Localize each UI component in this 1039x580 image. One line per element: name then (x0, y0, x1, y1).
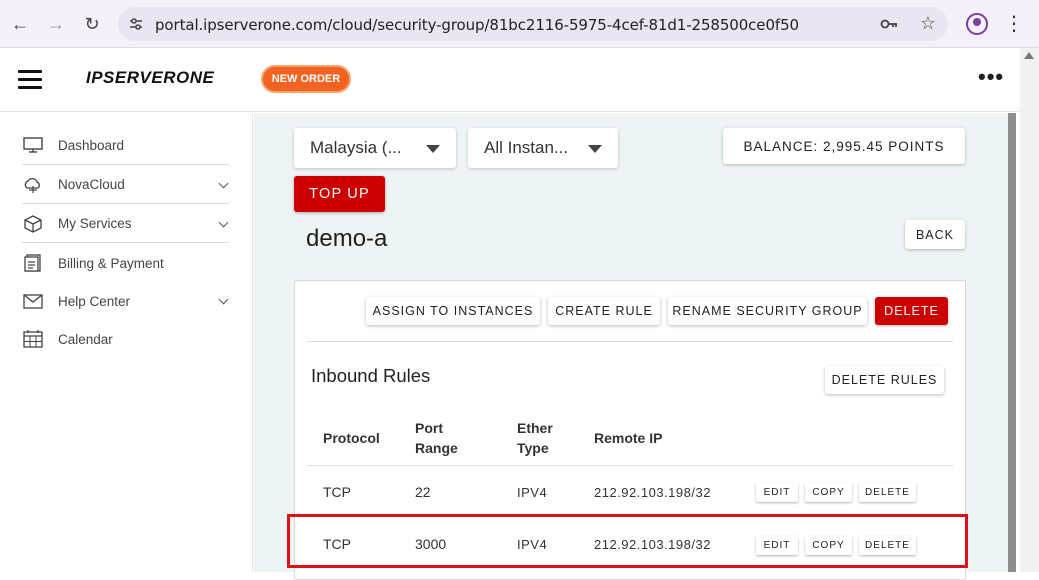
instances-select-value: All Instan... (484, 138, 569, 157)
column-header-ether-line2: Type (517, 440, 549, 456)
row1-port: 22 (415, 484, 431, 500)
more-options-icon[interactable]: ••• (978, 64, 1004, 90)
inbound-rules-title: Inbound Rules (311, 365, 431, 386)
page-title: demo-a (306, 225, 388, 252)
column-header-remote-ip: Remote IP (594, 430, 663, 446)
sidebar-item-help-center[interactable]: Help Center (22, 282, 229, 320)
instances-select[interactable]: All Instan... (468, 128, 618, 168)
calendar-icon (22, 330, 44, 348)
rename-security-group-button[interactable]: RENAME SECURITY GROUP (668, 297, 867, 325)
chevron-down-icon[interactable] (218, 217, 229, 228)
chevron-down-icon[interactable] (218, 294, 229, 305)
create-rule-button[interactable]: CREATE RULE (548, 297, 660, 325)
assign-to-instances-button[interactable]: ASSIGN TO INSTANCES (366, 297, 540, 325)
reload-icon[interactable]: ↻ (80, 12, 104, 36)
browser-toolbar: ← → ↻ portal.ipserverone.com/cloud/secur… (0, 0, 1039, 48)
sidebar-item-label: Dashboard (58, 138, 125, 153)
cloud-icon (22, 176, 44, 194)
delete-rules-button[interactable]: DELETE RULES (825, 366, 944, 394)
column-header-port-line1: Port (415, 420, 443, 436)
back-arrow-icon[interactable]: ← (8, 12, 32, 36)
divider (307, 465, 953, 466)
column-header-ether-line1: Ether (517, 420, 553, 436)
row-highlight-box (287, 514, 968, 568)
logo[interactable]: IPSERVERONE (86, 68, 214, 88)
new-order-button[interactable]: NEW ORDER (261, 65, 351, 93)
caret-down-icon (588, 145, 602, 153)
browser-menu-icon[interactable]: ⋮ (1004, 12, 1024, 36)
box-icon (22, 214, 44, 233)
sidebar-item-label: My Services (58, 216, 132, 231)
back-button[interactable]: BACK (905, 220, 965, 249)
receipt-icon (22, 254, 44, 272)
password-key-icon[interactable] (880, 16, 898, 32)
scroll-up-arrow-icon[interactable] (1024, 52, 1034, 59)
delete-group-button[interactable]: DELETE (875, 297, 948, 325)
sidebar-item-novacloud[interactable]: NovaCloud (22, 166, 229, 204)
row1-remote-ip: 212.92.103.198/32 (594, 485, 711, 500)
url-text[interactable]: portal.ipserverone.com/cloud/security-gr… (155, 16, 799, 34)
forward-arrow-icon[interactable]: → (44, 12, 68, 36)
sidebar-item-label: Calendar (58, 331, 113, 347)
row1-copy-button[interactable]: COPY (805, 483, 852, 502)
top-up-button[interactable]: TOP UP (294, 176, 385, 212)
mail-icon (22, 292, 44, 310)
address-bar[interactable]: portal.ipserverone.com/cloud/security-gr… (118, 7, 948, 41)
sidebar-item-billing[interactable]: Billing & Payment (22, 244, 229, 282)
region-select-value: Malaysia (... (310, 138, 402, 157)
sidebar-item-calendar[interactable]: Calendar (22, 320, 229, 358)
bookmark-star-icon[interactable]: ☆ (920, 13, 936, 34)
site-settings-icon[interactable] (128, 16, 144, 32)
row1-ether: IPV4 (517, 485, 548, 500)
page-scrollbar[interactable] (1020, 48, 1039, 572)
chevron-down-icon[interactable] (218, 178, 229, 189)
app-header: IPSERVERONE NEW ORDER ••• (0, 48, 1020, 112)
content-scrollbar[interactable] (1008, 113, 1016, 572)
sidebar-item-my-services[interactable]: My Services (22, 205, 229, 243)
row1-edit-button[interactable]: EDIT (756, 483, 798, 502)
sidebar-item-label: Help Center (58, 293, 131, 309)
monitor-icon (22, 137, 44, 155)
column-header-port-range: Port Range (415, 418, 458, 458)
sidebar-item-dashboard[interactable]: Dashboard (22, 127, 229, 165)
divider (307, 341, 953, 342)
column-header-ether-type: Ether Type (517, 418, 553, 458)
balance-display[interactable]: BALANCE: 2,995.45 POINTS (723, 128, 965, 164)
profile-icon[interactable] (966, 13, 988, 35)
hamburger-menu-icon[interactable] (18, 70, 42, 90)
sidebar: Dashboard NovaCloud My Services Billing … (0, 113, 253, 572)
sidebar-item-label: NovaCloud (58, 177, 125, 192)
caret-down-icon (426, 145, 440, 153)
sidebar-item-label: Billing & Payment (58, 255, 164, 271)
row1-delete-button[interactable]: DELETE (859, 483, 916, 502)
main-content: Malaysia (... All Instan... BALANCE: 2,9… (254, 113, 1008, 580)
column-header-port-line2: Range (415, 440, 458, 456)
row1-protocol: TCP (323, 484, 351, 500)
column-header-protocol: Protocol (323, 430, 380, 446)
region-select[interactable]: Malaysia (... (294, 128, 456, 168)
